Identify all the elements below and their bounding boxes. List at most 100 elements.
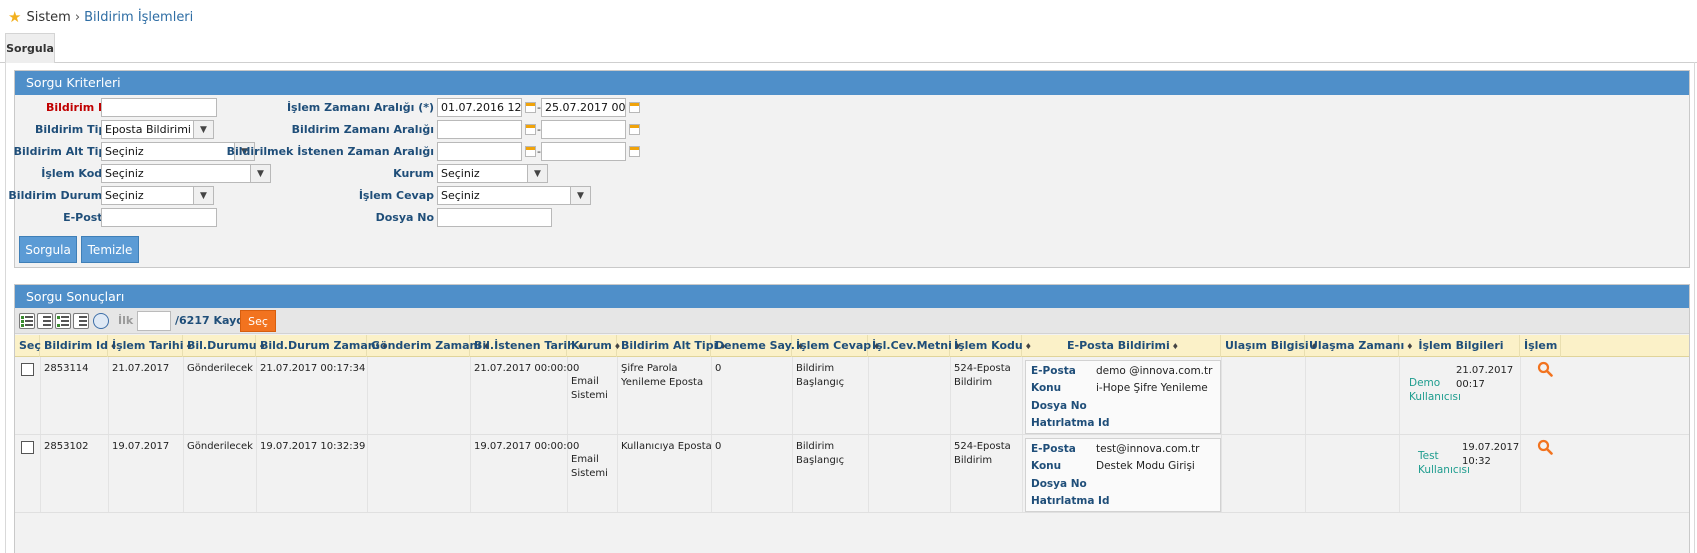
cell-islem-tarihi: 19.07.2017 — [112, 441, 170, 452]
bildirilmek-from-input[interactable] — [437, 142, 522, 161]
column-header-ulasma-zamani[interactable]: Ulaşma Zamanı ♦ — [1305, 335, 1413, 357]
column-header-bildirim-id[interactable]: Bildirim Id ♦ — [40, 335, 117, 357]
column-header-kurum[interactable]: Kurum ♦ — [567, 335, 621, 357]
ilk-input[interactable] — [137, 311, 171, 331]
bildirim-tipi-label: Bildirim Tipi — [35, 123, 110, 136]
user-name-line2[interactable]: Kullanıcısı — [1409, 390, 1461, 404]
column-header-bil-durumu[interactable]: Bil.Durumu ♦ — [183, 335, 266, 357]
tab-sorgula[interactable]: Sorgula — [5, 33, 55, 63]
refresh-icon[interactable] — [93, 313, 109, 329]
bildirilmek-to-input[interactable] — [541, 142, 626, 161]
column-header-islem-kodu[interactable]: İşlem Kodu ♦ — [950, 335, 1032, 357]
temizle-button[interactable]: Temizle — [81, 236, 139, 263]
eposta-input[interactable] — [101, 208, 217, 227]
select-none-icon[interactable] — [37, 313, 53, 329]
sorgula-button[interactable]: Sorgula — [19, 236, 77, 263]
calendar-icon[interactable] — [525, 102, 536, 113]
chevron-down-icon[interactable]: ▼ — [193, 187, 213, 204]
cell-islem-kodu-line2: Bildirim — [954, 455, 993, 466]
calendar-icon[interactable] — [629, 102, 640, 113]
bildirim-alt-tipi-value: Seçiniz — [105, 145, 144, 158]
bildirim-zamani-from-input[interactable] — [437, 120, 522, 139]
sec-button[interactable]: Seç — [240, 310, 276, 332]
search-icon[interactable] — [1537, 439, 1553, 455]
chevron-down-icon[interactable]: ▼ — [570, 187, 590, 204]
cell-kurum-line2: Sistemi — [571, 468, 608, 479]
konu-value: Destek Modu Girişi — [1096, 460, 1195, 472]
select-all-icon[interactable] — [19, 313, 35, 329]
cell-bildirim-alt-tipi: Şifre Parola — [621, 363, 678, 374]
column-header-bil-istenen-tarih[interactable]: Bil.İstenen Tarih ♦ — [470, 335, 584, 357]
results-toolbar: İlk /6217 Kaydı Seç — [15, 308, 1689, 334]
islem-kodu-label: İşlem Kodu — [41, 167, 110, 180]
select-invert-icon[interactable] — [55, 313, 71, 329]
cell-kurum-line2: Sistemi — [571, 390, 608, 401]
table-row[interactable]: 2853114 21.07.2017 Gönderilecek 21.07.20… — [15, 357, 1689, 435]
bildirim-durumu-label: Bildirim Durumu — [8, 189, 110, 202]
star-icon[interactable]: ★ — [8, 8, 21, 26]
chevron-down-icon[interactable]: ▼ — [527, 165, 547, 182]
user-name-line1[interactable]: Demo — [1409, 376, 1440, 390]
column-header-label: İşlem Bilgileri — [1418, 339, 1504, 352]
bildirim-id-input[interactable] — [101, 98, 217, 117]
chevron-down-icon[interactable]: ▼ — [250, 165, 270, 182]
user-name-line1[interactable]: Test — [1418, 449, 1439, 463]
column-header-islem-bilgileri[interactable]: İşlem Bilgileri — [1399, 335, 1520, 357]
chevron-down-icon[interactable]: ▼ — [193, 121, 213, 138]
column-header-bildirim-alt-tipi[interactable]: Bildirim Alt Tipi ♦ — [617, 335, 727, 357]
islem-bilgi-tarih: 19.07.2017 — [1462, 442, 1520, 453]
column-header-bild-durum-zamani[interactable]: Bild.Durum Zamanı ♦ — [256, 335, 389, 357]
islem-cevap-value: Seçiniz — [441, 189, 480, 202]
bildirim-tipi-select[interactable]: Eposta Bildirimi ▼ — [101, 120, 214, 139]
column-header-eposta-bildirimi[interactable]: E-Posta Bildirimi ♦ — [1022, 335, 1221, 357]
islem-zamani-from-input[interactable]: 01.07.2016 12:00 — [437, 98, 522, 117]
cell-islem-cevap-line2: Başlangıç — [796, 377, 845, 388]
islem-kodu-select[interactable]: Seçiniz ▼ — [101, 164, 271, 183]
row-checkbox[interactable] — [21, 363, 34, 376]
row-checkbox[interactable] — [21, 441, 34, 454]
islem-bilgi-saat: 00:17 — [1456, 379, 1485, 390]
column-header-label: Ulaşım Bilgisi — [1225, 339, 1309, 352]
breadcrumb-current[interactable]: Bildirim İşlemleri — [84, 10, 193, 25]
column-header-islem-cevap[interactable]: İşlem Cevap ♦ — [792, 335, 880, 357]
dosya-no-label: Dosya No — [375, 211, 434, 224]
column-header-deneme-say[interactable]: Deneme Say. ♦ — [711, 335, 804, 357]
bildirim-zamani-to-input[interactable] — [541, 120, 626, 139]
cell-islem-kodu-line2: Bildirim — [954, 377, 993, 388]
breadcrumb-separator: › — [74, 9, 81, 25]
column-header-isl-cev-metni[interactable]: İşl.Cev.Metni ♦ — [868, 335, 961, 357]
calendar-icon[interactable] — [629, 146, 640, 157]
email-detail-box: E-Posta test@innova.com.tr Konu Destek M… — [1025, 438, 1221, 512]
column-header-label: Bil.Durumu — [187, 339, 257, 352]
islem-zamani-to-input[interactable]: 25.07.2017 00:00 — [541, 98, 626, 117]
islem-cevap-select[interactable]: Seçiniz ▼ — [437, 186, 591, 205]
select-page-icon[interactable] — [73, 313, 89, 329]
criteria-panel: Sorgu Kriterleri Bildirim Id Bildirim Ti… — [8, 70, 1690, 268]
column-header-label: İşlem — [1524, 339, 1558, 352]
calendar-icon[interactable] — [525, 146, 536, 157]
breadcrumb-root[interactable]: Sistem — [26, 10, 70, 25]
column-header-ulasim-bilgisi[interactable]: Ulaşım Bilgisi ♦ — [1221, 335, 1318, 357]
konu-label: Konu — [1031, 382, 1062, 394]
search-icon[interactable] — [1537, 361, 1553, 377]
cell-bildirim-id: 2853102 — [44, 441, 89, 452]
islem-zamani-label: İşlem Zamanı Aralığı (*) — [286, 101, 434, 114]
column-header-islem-tarihi[interactable]: İşlem Tarihi ♦ — [108, 335, 193, 357]
column-header-label: Bil.İstenen Tarih — [474, 339, 575, 352]
calendar-icon[interactable] — [629, 124, 640, 135]
hatirlatma-label: Hatırlatma Id — [1031, 495, 1110, 507]
islem-cevap-label: İşlem Cevap — [358, 189, 434, 202]
bildirim-tipi-value: Eposta Bildirimi — [105, 123, 191, 136]
calendar-icon[interactable] — [525, 124, 536, 135]
dosya-no-input[interactable] — [437, 208, 552, 227]
bildirim-durumu-select[interactable]: Seçiniz ▼ — [101, 186, 214, 205]
column-header-gonderim-zamani[interactable]: Gönderim Zamanı ♦ — [367, 335, 490, 357]
column-header-islem[interactable]: İşlem — [1520, 335, 1561, 357]
kurum-select[interactable]: Seçiniz ▼ — [437, 164, 548, 183]
table-row[interactable]: 2853102 19.07.2017 Gönderilecek 19.07.20… — [15, 435, 1689, 513]
sort-icon[interactable]: ♦ — [1172, 342, 1179, 351]
cell-bildirim-alt-tipi-line2: Yenileme Eposta — [621, 377, 704, 388]
column-header-sec[interactable]: Seç — [15, 335, 41, 357]
cell-bil-istenen-tarih: 21.07.2017 00:00:00 — [474, 363, 580, 374]
column-header-label: İşlem Cevap — [796, 339, 872, 352]
